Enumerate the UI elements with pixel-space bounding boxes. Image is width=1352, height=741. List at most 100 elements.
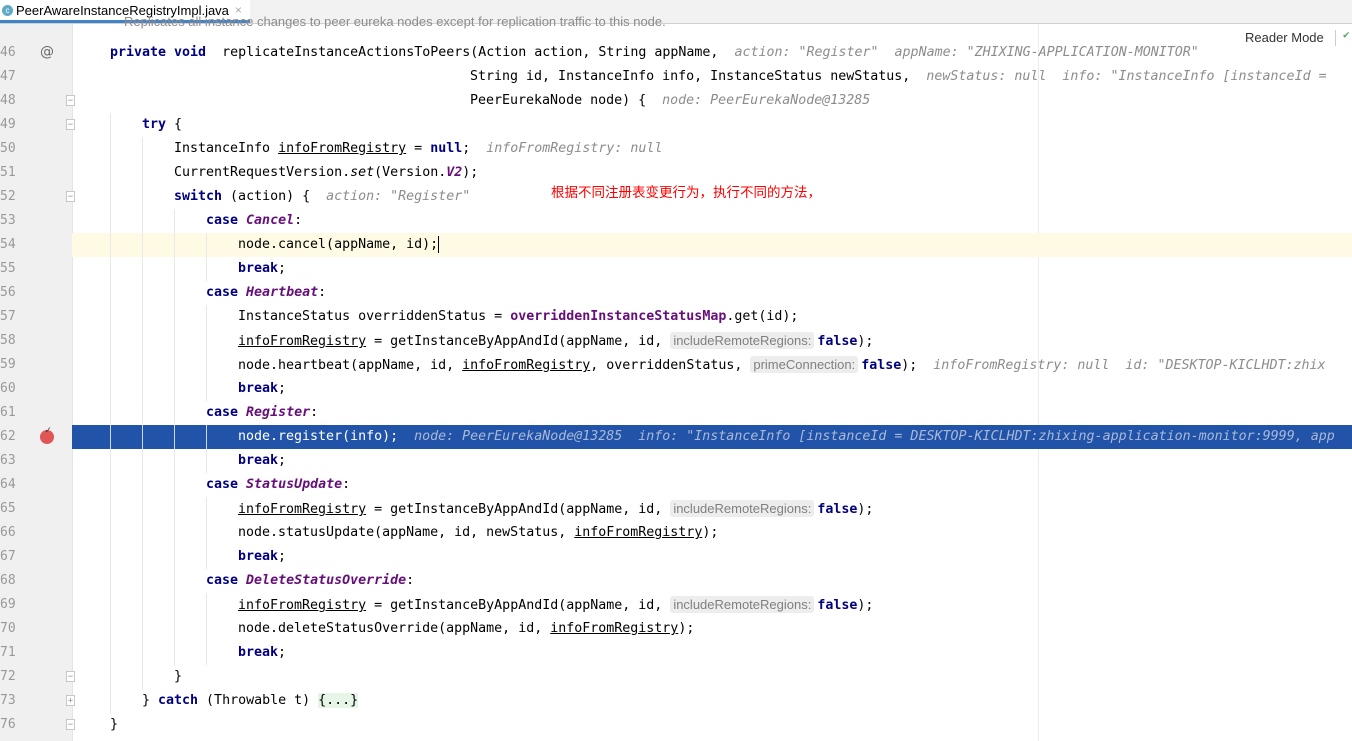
code-line[interactable]: 70 node.deleteStatusOverride(appName, id,… <box>0 617 1352 641</box>
code-text: try { <box>142 113 182 137</box>
code-line[interactable]: 68 case DeleteStatusOverride: <box>0 569 1352 593</box>
indent-guide <box>206 521 207 545</box>
indent-guide <box>142 161 143 185</box>
line-number: 59 <box>0 357 16 372</box>
debug-value-hint: infoFromRegistry: null <box>486 141 663 156</box>
indent-guide <box>110 689 111 713</box>
code-line[interactable]: 63 break; <box>0 449 1352 473</box>
debug-value-hint: id: "DESKTOP-KICLHDT:zhix <box>1125 358 1326 373</box>
code-line[interactable]: 73 +} catch (Throwable t) {...} <box>0 689 1352 713</box>
code-line[interactable]: 60 break; <box>0 377 1352 401</box>
indent-guide <box>206 617 207 641</box>
code-token: ); <box>462 165 479 180</box>
indent-guide <box>142 401 143 425</box>
code-line[interactable]: 76 −} <box>0 713 1352 737</box>
code-line[interactable]: 59 node.heartbeat(appName, id, infoFromRe… <box>0 353 1352 377</box>
keyword: break <box>238 261 279 276</box>
collapse-fold-icon[interactable]: − <box>66 191 75 202</box>
code-line[interactable]: 53 case Cancel: <box>0 209 1352 233</box>
line-number: 71 <box>0 645 16 660</box>
code-token: (Version. <box>374 165 447 180</box>
code-line[interactable]: 62 node.register(info); node: PeerEurekaNo… <box>0 425 1352 449</box>
keyword: case <box>206 285 239 300</box>
reassigned-variable: infoFromRegistry <box>238 502 367 517</box>
indent-guide <box>142 209 143 233</box>
code-line[interactable]: 47 String id, InstanceInfo info, Instance… <box>0 65 1352 89</box>
indent-guide <box>206 497 207 521</box>
field: overriddenInstanceStatusMap <box>510 309 727 324</box>
indent-guide <box>110 113 111 137</box>
code-line[interactable]: 67 break; <box>0 545 1352 569</box>
code-token: node.cancel(appName, id); <box>238 237 439 252</box>
code-text: switch (action) {action: "Register" <box>174 185 470 209</box>
static-method: set <box>350 165 375 180</box>
code-line[interactable]: 49 − try { <box>0 113 1352 137</box>
indent-guide <box>174 353 175 377</box>
code-token: : <box>406 573 415 588</box>
code-text: } catch (Throwable t) {...} <box>142 689 359 713</box>
code-line[interactable]: 56 case Heartbeat: <box>0 281 1352 305</box>
collapse-fold-icon[interactable]: − <box>66 719 75 730</box>
indent-guide <box>110 257 111 281</box>
line-number: 53 <box>0 213 16 228</box>
indent-guide <box>142 497 143 521</box>
breakpoint-icon[interactable] <box>40 425 54 444</box>
enum-constant: StatusUpdate <box>246 477 343 492</box>
code-line[interactable]: 69 infoFromRegistry = getInstanceByAppAnd… <box>0 593 1352 617</box>
override-icon[interactable]: @ <box>40 44 54 60</box>
code-text: node.register(info); node: PeerEurekaNode… <box>238 425 1335 449</box>
parameter-hint: includeRemoteRegions: <box>670 500 815 517</box>
line-number: 60 <box>0 381 16 396</box>
code-line[interactable]: 61 case Register: <box>0 401 1352 425</box>
code-line[interactable]: 57 InstanceStatus overriddenStatus = over… <box>0 305 1352 329</box>
reassigned-variable: infoFromRegistry <box>278 141 407 156</box>
code-text: break; <box>238 449 286 473</box>
indent-guide <box>110 449 111 473</box>
collapse-fold-icon[interactable]: − <box>66 95 75 106</box>
code-token: ); <box>678 621 695 636</box>
code-line[interactable]: 64 case StatusUpdate: <box>0 473 1352 497</box>
reassigned-variable: infoFromRegistry <box>238 598 367 613</box>
line-number: 63 <box>0 453 16 468</box>
code-line[interactable]: 58 infoFromRegistry = getInstanceByAppAnd… <box>0 329 1352 353</box>
code-text: PeerEurekaNode node) {node: PeerEurekaNo… <box>470 89 870 113</box>
indent-guide <box>174 305 175 329</box>
indent-guide <box>174 329 175 353</box>
code-line[interactable]: 48 − PeerEurekaNode node) {node: PeerEurek… <box>0 89 1352 113</box>
indent-guide <box>174 401 175 425</box>
code-line[interactable]: 50 InstanceInfo infoFromRegistry = null; i… <box>0 137 1352 161</box>
code-text: } <box>110 713 118 737</box>
code-token: ; <box>278 381 287 396</box>
debug-value-hint: node: PeerEurekaNode@13285 <box>414 429 623 444</box>
code-token: InstanceInfo <box>174 141 279 156</box>
collapse-fold-icon[interactable]: − <box>66 671 75 682</box>
code-text: case StatusUpdate: <box>206 473 350 497</box>
collapse-fold-icon[interactable]: − <box>66 119 75 130</box>
indent-guide <box>206 641 207 665</box>
code-line[interactable]: 66 node.statusUpdate(appName, id, newStat… <box>0 521 1352 545</box>
code-line[interactable]: 54 node.cancel(appName, id); <box>0 233 1352 257</box>
indent-guide <box>174 425 175 449</box>
code-line[interactable]: 55 break; <box>0 257 1352 281</box>
indent-guide <box>110 161 111 185</box>
code-token: (Throwable t) <box>198 693 319 708</box>
folded-block[interactable]: {...} <box>318 693 359 708</box>
code-token: ); <box>857 334 874 349</box>
code-line[interactable]: 71 break; <box>0 641 1352 665</box>
code-line[interactable]: 72 −} <box>0 665 1352 689</box>
code-text: break; <box>238 545 286 569</box>
code-line[interactable]: 46 @ private void replicateInstanceActions… <box>0 41 1352 65</box>
debug-value-hint: appName: "ZHIXING-APPLICATION-MONITOR" <box>894 45 1199 60</box>
inspection-ok-icon[interactable]: ✔ <box>1343 28 1350 41</box>
reader-mode-button[interactable]: Reader Mode <box>1245 30 1324 45</box>
code-line[interactable]: 65 infoFromRegistry = getInstanceByAppAnd… <box>0 497 1352 521</box>
enum-constant: Cancel <box>246 213 295 228</box>
indent-guide <box>110 545 111 569</box>
indent-guide <box>110 353 111 377</box>
indent-guide <box>174 497 175 521</box>
line-number: 54 <box>0 237 16 252</box>
expand-fold-icon[interactable]: + <box>66 695 75 706</box>
enum-constant: DeleteStatusOverride <box>246 573 407 588</box>
